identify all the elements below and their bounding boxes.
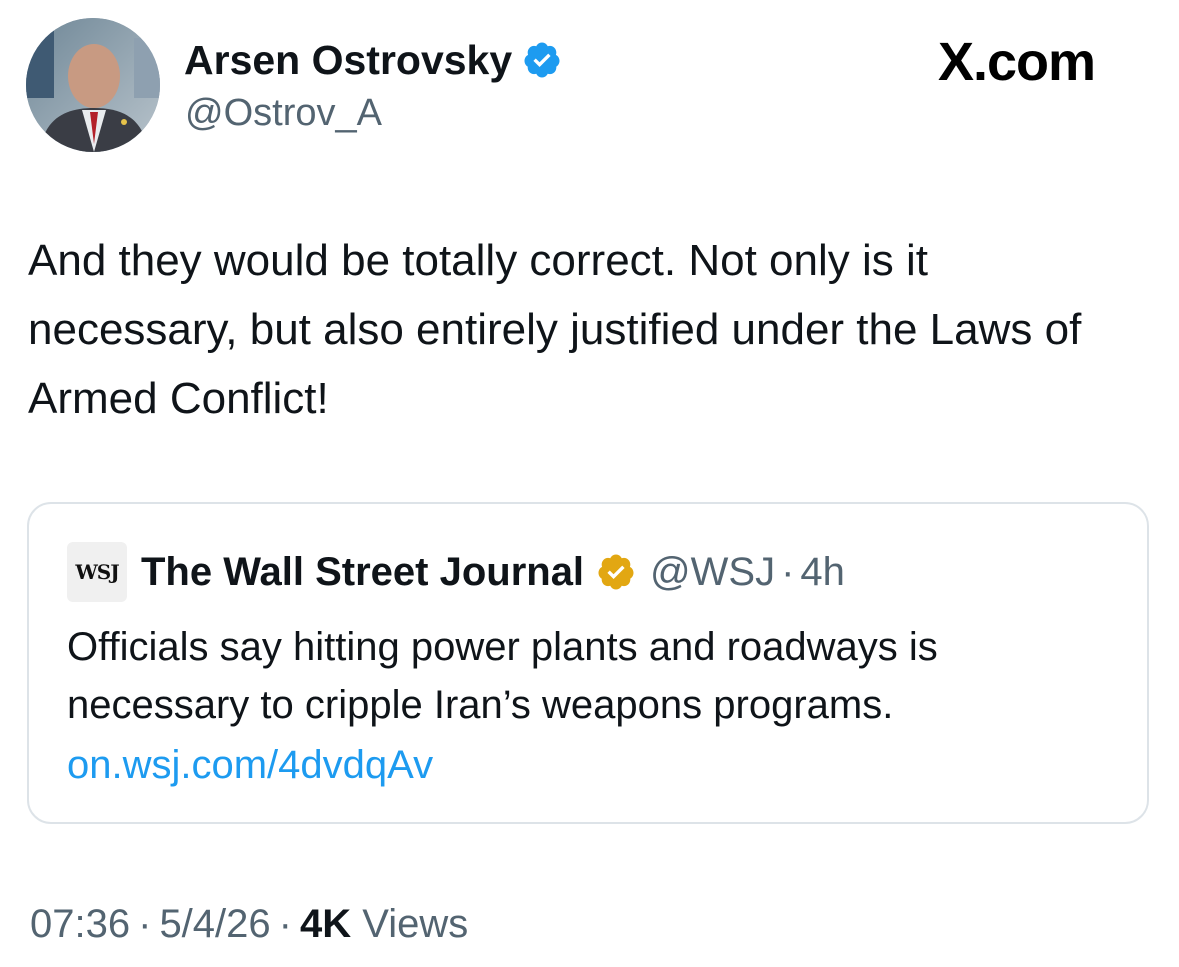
quote-link[interactable]: on.wsj.com/4dvdqAv (67, 736, 433, 794)
views-count[interactable]: 4K (300, 902, 351, 946)
wsj-logo: WSJ (67, 542, 127, 602)
quote-header: The Wall Street Journal @WSJ · 4h (141, 546, 845, 598)
author-name-row[interactable]: Arsen Ostrovsky (184, 36, 562, 84)
verified-badge-icon (524, 42, 560, 78)
quote-author-name[interactable]: The Wall Street Journal (141, 546, 584, 598)
meta-separator: · (278, 902, 292, 946)
tweet-date[interactable]: 5/4/26 (159, 902, 270, 946)
quote-timestamp[interactable]: 4h (800, 546, 845, 598)
gold-verified-badge-icon (598, 554, 634, 590)
author-avatar[interactable] (26, 18, 160, 152)
tweet-text: And they would be totally correct. Not o… (28, 236, 1082, 423)
author-handle[interactable]: @Ostrov_A (185, 90, 382, 136)
avatar-image (26, 18, 160, 152)
quote-separator: · (781, 550, 795, 594)
brand-watermark: X.com (938, 32, 1096, 92)
meta-separator: · (138, 902, 152, 946)
quote-author-handle[interactable]: @WSJ (650, 546, 775, 598)
views-label: Views (362, 902, 469, 946)
tweet-meta: 07:36 · 5/4/26 · 4K Views (30, 898, 468, 950)
author-name[interactable]: Arsen Ostrovsky (184, 36, 512, 84)
quote-text: Officials say hitting power plants and r… (67, 625, 938, 727)
quoted-tweet-card[interactable]: WSJ The Wall Street Journal @WSJ · 4h Of… (27, 502, 1149, 824)
tweet-time[interactable]: 07:36 (30, 902, 130, 946)
